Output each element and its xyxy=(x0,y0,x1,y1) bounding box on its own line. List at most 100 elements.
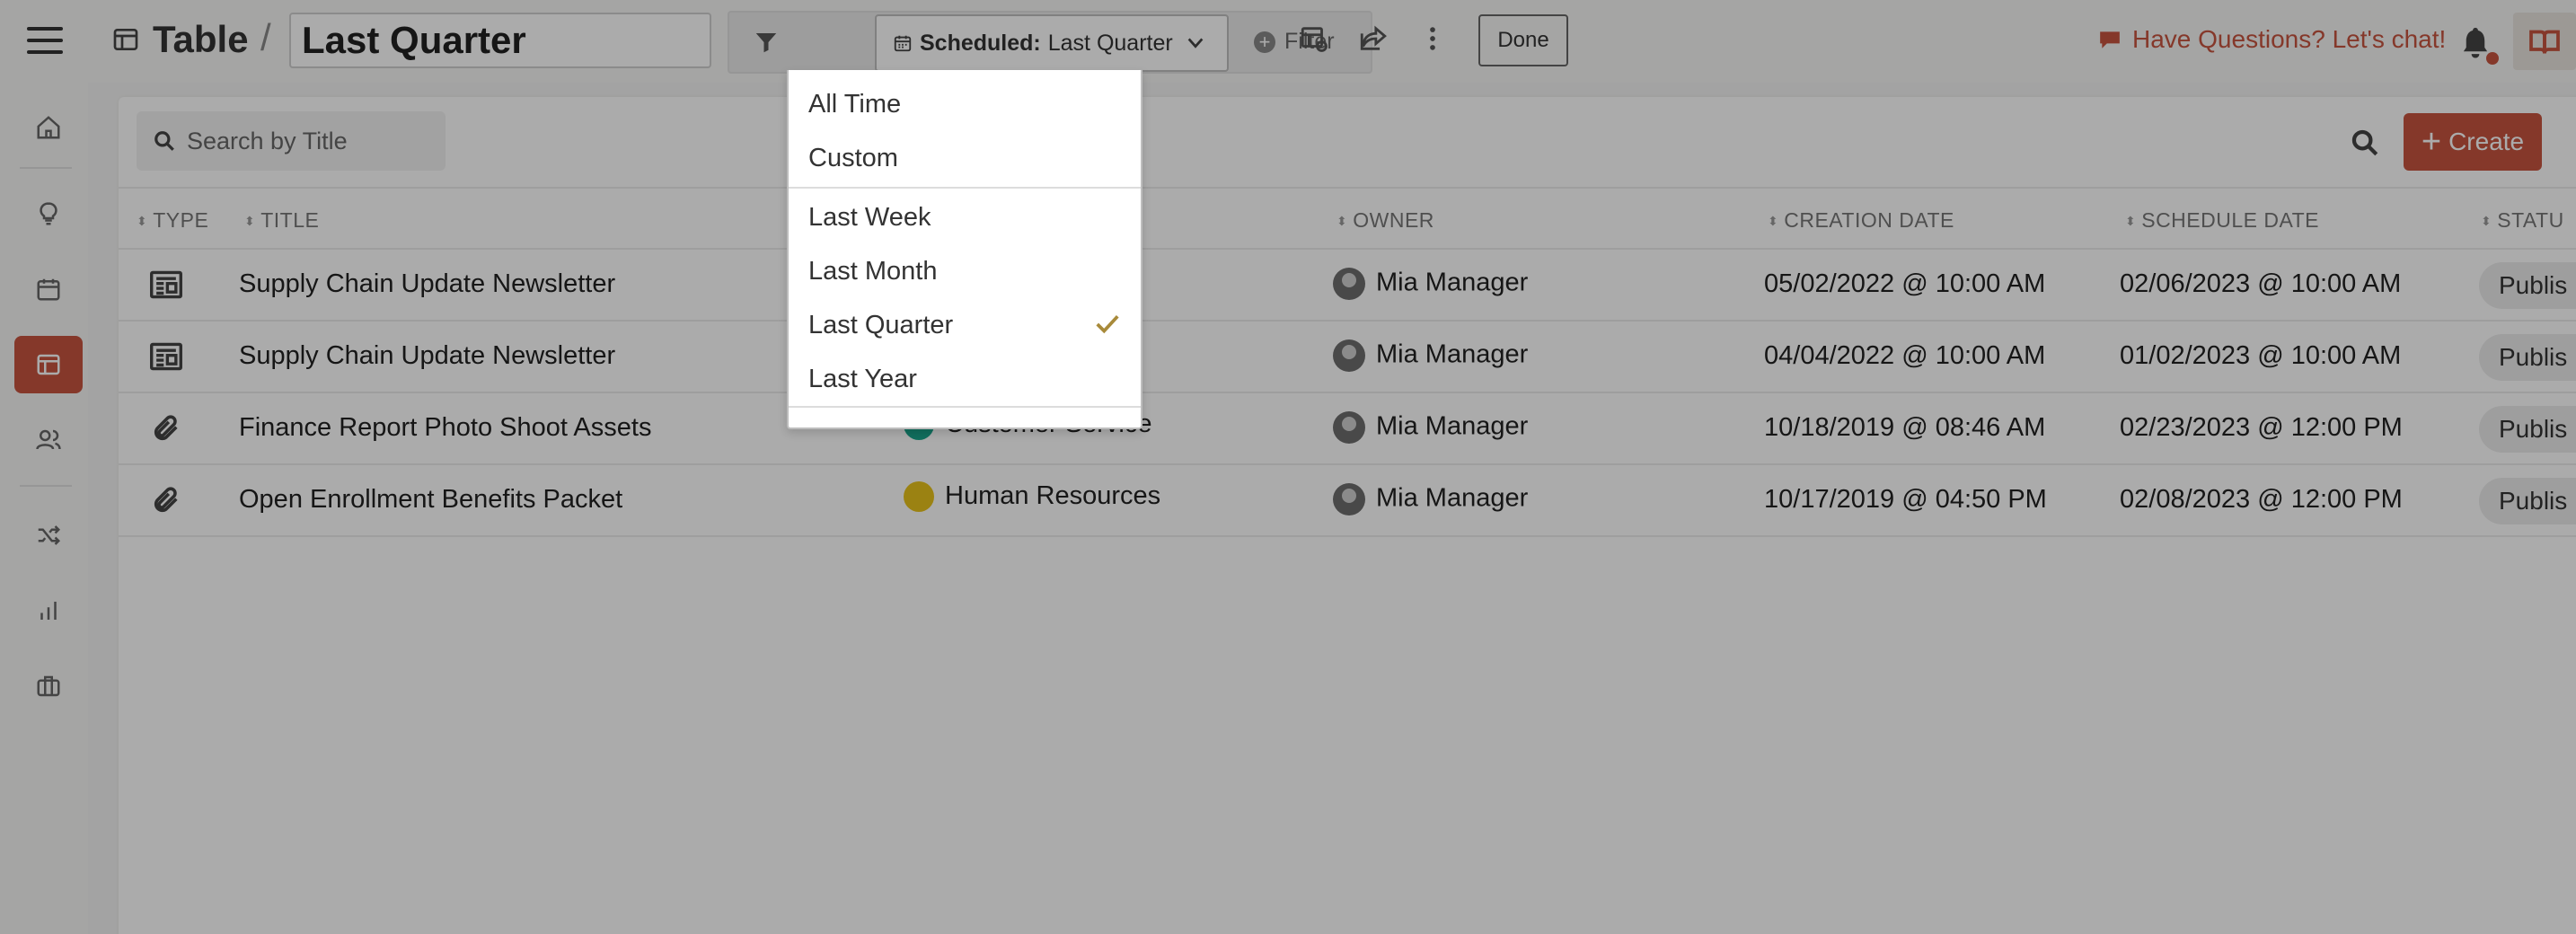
users-icon[interactable] xyxy=(14,411,83,469)
column-header-owner[interactable]: ⬍ OWNER xyxy=(1337,208,1434,233)
view-name-input[interactable] xyxy=(289,13,711,68)
option-last-week[interactable]: Last Week xyxy=(789,190,1141,244)
status-badge: Publis xyxy=(2479,334,2576,381)
sort-icon: ⬍ xyxy=(2481,213,2492,228)
left-nav-rail xyxy=(0,0,88,934)
row-created: 10/18/2019 @ 08:46 AM xyxy=(1764,413,2046,442)
sort-icon: ⬍ xyxy=(2125,213,2137,228)
create-button[interactable]: + Create xyxy=(2404,113,2542,171)
avatar xyxy=(1333,268,1365,300)
dropdown-divider xyxy=(789,406,1141,408)
paperclip-icon xyxy=(149,485,185,515)
schedule-range-dropdown: All Time Custom Last Week Last Month Las… xyxy=(787,70,1142,429)
calendar-icon[interactable] xyxy=(14,260,83,318)
plus-icon: + xyxy=(2421,123,2442,161)
rail-divider xyxy=(20,485,72,487)
funnel-icon[interactable] xyxy=(753,29,780,56)
row-scheduled: 01/02/2023 @ 10:00 AM xyxy=(2120,341,2402,370)
briefcase-icon[interactable] xyxy=(14,657,83,715)
column-header-creation-date[interactable]: ⬍ CREATION DATE xyxy=(1768,208,1954,233)
table-icon xyxy=(113,29,138,50)
avatar xyxy=(1333,339,1365,372)
search-input[interactable] xyxy=(187,127,438,155)
shuffle-icon[interactable] xyxy=(14,507,83,564)
more-options-icon[interactable] xyxy=(1417,23,1448,54)
sort-icon: ⬍ xyxy=(1337,213,1348,228)
option-custom[interactable]: Custom xyxy=(789,131,1141,185)
top-bar: Table / Scheduled: Last Quarter + Filter… xyxy=(88,0,2576,83)
table-row[interactable]: Open Enrollment Benefits Packet Human Re… xyxy=(119,465,2576,537)
scheduled-label: Scheduled: xyxy=(920,30,1041,56)
check-icon xyxy=(1094,313,1121,336)
table-view-icon[interactable] xyxy=(14,336,83,393)
table-row[interactable]: Supply Chain Update Newsletter Mia Manag… xyxy=(119,250,2576,322)
scheduled-value: Last Quarter xyxy=(1047,30,1173,56)
share-icon[interactable] xyxy=(1358,23,1389,54)
row-title[interactable]: Open Enrollment Benefits Packet xyxy=(239,485,622,515)
calendar-icon xyxy=(894,35,912,52)
notification-dot xyxy=(2486,52,2499,65)
row-title[interactable]: Supply Chain Update Newsletter xyxy=(239,341,615,371)
status-badge: Publis xyxy=(2479,406,2576,453)
column-header-schedule-date[interactable]: ⬍ SCHEDULE DATE xyxy=(2125,208,2319,233)
column-header-type[interactable]: ⬍ TYPE xyxy=(137,208,208,233)
row-owner: Mia Manager xyxy=(1333,483,1528,515)
lightbulb-icon[interactable] xyxy=(14,185,83,242)
sort-icon: ⬍ xyxy=(244,213,256,228)
table-row[interactable]: Finance Report Photo Shoot Assets Custom… xyxy=(119,393,2576,465)
newsletter-icon xyxy=(149,269,185,300)
option-last-year[interactable]: Last Year xyxy=(789,352,1141,406)
row-scheduled: 02/23/2023 @ 12:00 PM xyxy=(2120,413,2403,442)
avatar xyxy=(1333,411,1365,444)
sort-icon: ⬍ xyxy=(1768,213,1779,228)
bar-chart-icon[interactable] xyxy=(14,582,83,639)
row-owner: Mia Manager xyxy=(1333,268,1528,300)
row-scheduled: 02/06/2023 @ 10:00 AM xyxy=(2120,269,2402,298)
search-icon xyxy=(154,131,174,151)
content-table-panel: + Create ⬍TYPE ⬍TITLE ⬍OWNER ⬍CREATION D… xyxy=(119,97,2576,934)
filter-group: Scheduled: Last Quarter + Filter xyxy=(728,11,1372,74)
sort-icon: ⬍ xyxy=(137,213,148,228)
chat-bubble-icon xyxy=(2100,31,2120,48)
create-label: Create xyxy=(2448,128,2525,155)
column-header-title[interactable]: ⬍ TITLE xyxy=(244,208,319,233)
column-header-status[interactable]: ⬍ STATU xyxy=(2481,208,2564,233)
title-search xyxy=(137,111,446,171)
row-created: 10/17/2019 @ 04:50 PM xyxy=(1764,485,2047,514)
row-created: 05/02/2022 @ 10:00 AM xyxy=(1764,269,2046,298)
chat-label: Have Questions? Let's chat! xyxy=(2132,25,2447,53)
row-owner: Mia Manager xyxy=(1333,339,1528,372)
avatar xyxy=(1333,483,1365,515)
rail-divider xyxy=(20,167,72,169)
row-department: Human Resources xyxy=(904,481,1160,513)
table-settings-icon[interactable] xyxy=(1299,23,1329,54)
done-button[interactable]: Done xyxy=(1478,14,1568,66)
paperclip-icon xyxy=(149,413,185,444)
row-scheduled: 02/08/2023 @ 12:00 PM xyxy=(2120,485,2403,514)
plus-circle-icon: + xyxy=(1254,31,1275,53)
row-title[interactable]: Supply Chain Update Newsletter xyxy=(239,269,615,299)
status-badge: Publis xyxy=(2479,478,2576,524)
scheduled-range-select[interactable]: Scheduled: Last Quarter xyxy=(875,14,1229,72)
table-header: ⬍ TYPE ⬍ TITLE ⬍ OWNER ⬍ CREATION DATE ⬍ SCHE… xyxy=(119,187,2576,250)
option-last-month[interactable]: Last Month xyxy=(789,244,1141,298)
row-owner: Mia Manager xyxy=(1333,411,1528,444)
breadcrumb-separator: / xyxy=(260,16,271,58)
dropdown-divider xyxy=(789,187,1141,189)
table-row[interactable]: Supply Chain Update Newsletter Mia Manag… xyxy=(119,322,2576,393)
breadcrumb-section[interactable]: Table xyxy=(153,18,249,61)
option-last-quarter[interactable]: Last Quarter xyxy=(789,298,1141,352)
row-title[interactable]: Finance Report Photo Shoot Assets xyxy=(239,413,651,443)
chevron-down-icon xyxy=(1187,38,1204,48)
department-dot xyxy=(904,481,934,513)
home-icon[interactable] xyxy=(14,99,83,156)
hamburger-menu-icon[interactable] xyxy=(27,27,63,56)
search-icon[interactable] xyxy=(2350,128,2380,158)
status-badge: Publis xyxy=(2479,262,2576,309)
book-icon xyxy=(2529,30,2560,54)
row-created: 04/04/2022 @ 10:00 AM xyxy=(1764,341,2046,370)
option-all-time[interactable]: All Time xyxy=(789,77,1141,131)
help-book-button[interactable] xyxy=(2513,13,2576,70)
chat-link[interactable]: Have Questions? Let's chat! xyxy=(2098,25,2446,54)
newsletter-icon xyxy=(149,341,185,372)
